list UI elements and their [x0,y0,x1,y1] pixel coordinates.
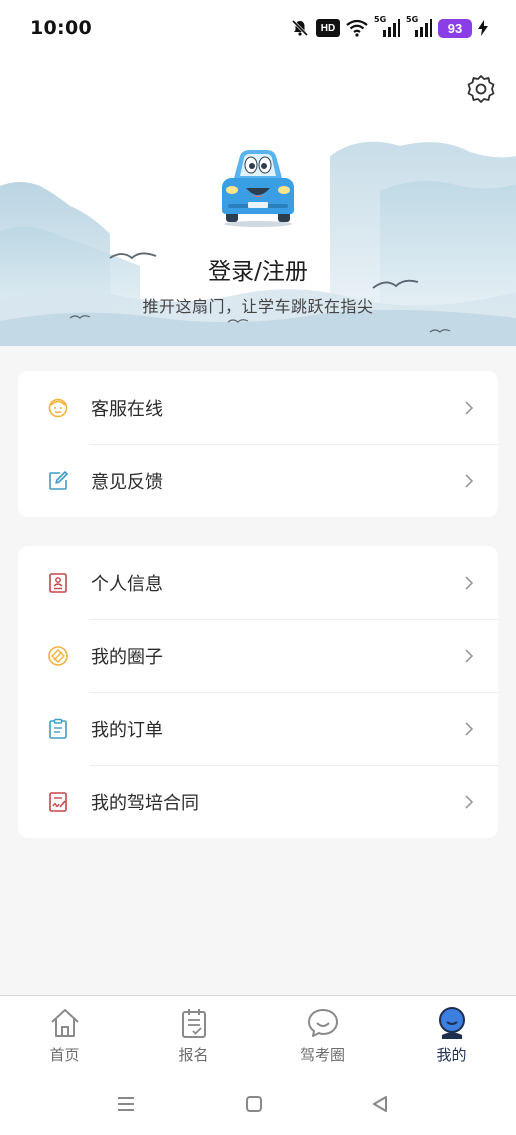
wifi-icon [346,19,368,37]
menu-item-label: 我的驾培合同 [91,792,199,814]
battery-indicator: 93 [438,18,472,38]
menu-item-feedback[interactable]: 意见反馈 [18,444,498,517]
settings-button[interactable] [464,74,498,108]
signup-clipboard-icon [177,1006,211,1040]
status-time: 10:00 [30,17,92,39]
service-menu-card: 客服在线 意见反馈 [18,371,498,517]
signal-icon: 5G [374,15,400,37]
menu-item-label: 个人信息 [91,573,163,595]
tab-home[interactable]: 首页 [0,996,129,1073]
status-icons: HD 5G 5G 93 [290,15,488,38]
customer-service-icon [46,396,70,420]
system-navigation-bar [0,1073,516,1135]
edit-feedback-icon [46,469,70,493]
chevron-right-icon [462,647,476,665]
chevron-right-icon [462,399,476,417]
home-square-icon[interactable] [243,1093,265,1115]
chevron-right-icon [462,793,476,811]
bottom-tab-bar: 首页 报名 驾考圈 我的 [0,995,516,1073]
login-register-link[interactable]: 登录/注册 [0,252,516,286]
menu-item-training-contract[interactable]: 我的驾培合同 [18,765,498,838]
chat-bubble-icon [306,1006,340,1040]
profile-card-icon [46,571,70,595]
tab-label: 我的 [436,1046,467,1064]
contract-sign-icon [46,790,70,814]
login-subtitle: 推开这扇门，让学车跳跃在指尖 [142,297,374,316]
menu-item-my-circle[interactable]: 我的圈子 [18,619,498,692]
chevron-right-icon [462,472,476,490]
charging-icon [478,20,488,36]
tab-signup[interactable]: 报名 [129,996,258,1073]
tab-driving-circle[interactable]: 驾考圈 [258,996,387,1073]
profile-header: 登录/注册 推开这扇门，让学车跳跃在指尖 [0,56,516,346]
status-bar: 10:00 HD 5G 5G 93 [0,0,516,56]
hd-icon: HD [316,19,340,37]
tab-label: 驾考圈 [299,1046,345,1064]
menu-item-personal-info[interactable]: 个人信息 [18,546,498,619]
menu-icon[interactable] [115,1093,137,1115]
menu-item-my-orders[interactable]: 我的订单 [18,692,498,765]
menu-item-label: 我的订单 [91,719,163,741]
network-type-label: 5G [374,15,387,24]
home-icon [48,1006,82,1040]
menu-item-label: 意见反馈 [91,471,163,493]
chevron-right-icon [462,720,476,738]
gear-icon [466,74,496,108]
tab-label: 首页 [49,1046,80,1064]
signal-icon: 5G [406,15,432,37]
chevron-right-icon [462,574,476,592]
menu-item-label: 我的圈子 [91,646,163,668]
account-menu-card: 个人信息 我的圈子 我的订单 我的驾培合同 [18,546,498,838]
tab-mine[interactable]: 我的 [387,996,516,1073]
network-type-label: 5G [406,15,419,24]
car-mascot-icon [222,150,294,227]
circle-community-icon [46,644,70,668]
person-icon [435,1006,469,1040]
menu-item-customer-service[interactable]: 客服在线 [18,371,498,444]
mute-icon [290,18,310,38]
clipboard-order-icon [46,717,70,741]
back-triangle-icon[interactable] [369,1093,391,1115]
tab-label: 报名 [178,1046,209,1064]
menu-item-label: 客服在线 [91,398,163,420]
avatar[interactable] [212,144,304,228]
